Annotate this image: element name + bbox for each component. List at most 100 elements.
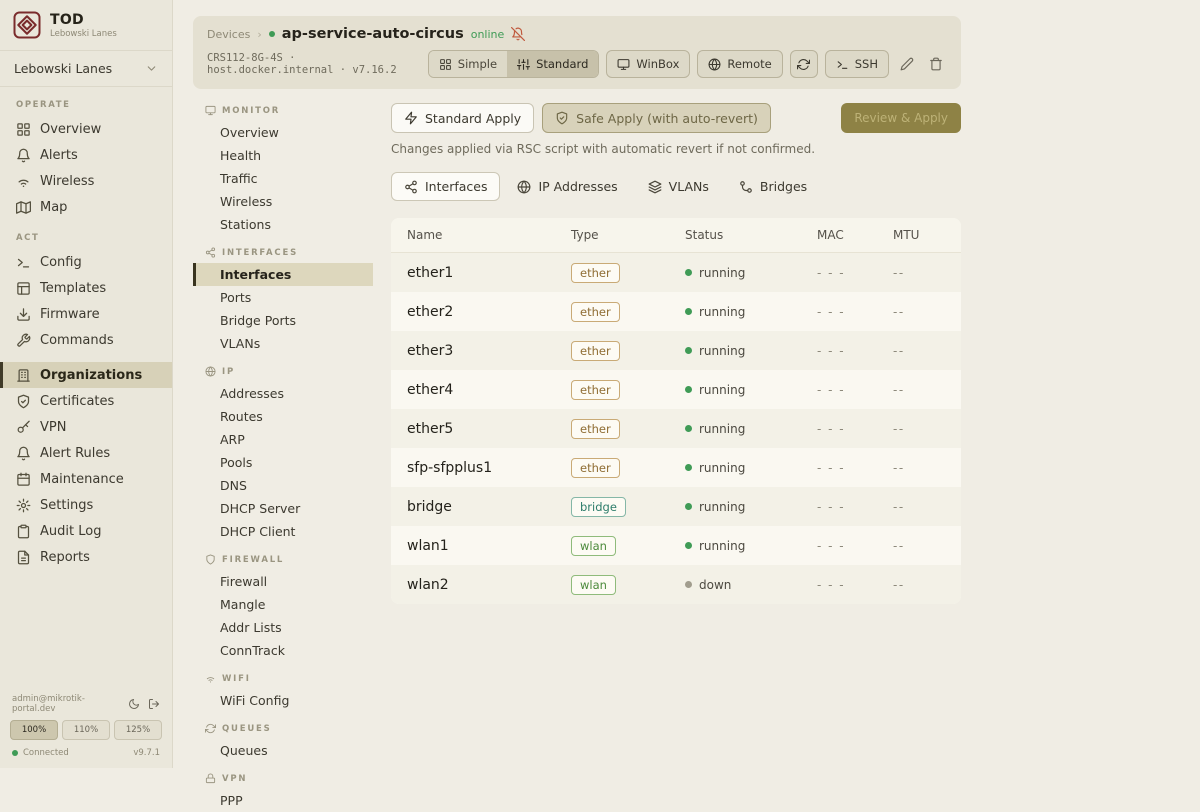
device-nav-item[interactable]: WiFi Config (193, 689, 373, 712)
device-nav-item[interactable]: Addr Lists (193, 616, 373, 639)
zoom-option[interactable]: 125% (114, 720, 162, 740)
table-row[interactable]: sfp-sfpplus1 ether running - - - -- (391, 448, 961, 487)
content-tab[interactable]: IP Addresses (504, 172, 630, 201)
sidebar-item[interactable]: Certificates (0, 388, 172, 414)
table-row[interactable]: wlan2 wlan down - - - -- (391, 565, 961, 604)
device-nav-item[interactable]: Pools (193, 451, 373, 474)
table-row[interactable]: bridge bridge running - - - -- (391, 487, 961, 526)
sidebar-item[interactable]: Map (0, 194, 172, 220)
device-nav-item[interactable]: Health (193, 144, 373, 167)
edit-device-button[interactable] (896, 53, 918, 75)
device-nav-item[interactable]: Queues (193, 739, 373, 762)
org-selector[interactable]: Lebowski Lanes (0, 51, 172, 87)
moon-icon[interactable] (128, 698, 140, 710)
bell-off-icon[interactable] (511, 27, 525, 41)
status-text: running (699, 383, 745, 397)
delete-device-button[interactable] (925, 53, 947, 75)
sidebar-item-label: Config (40, 255, 82, 270)
device-action-button[interactable]: Remote (697, 50, 782, 78)
device-nav-item[interactable]: Bridge Ports (193, 309, 373, 332)
device-nav-item[interactable]: Overview (193, 121, 373, 144)
device-nav-item[interactable]: Stations (193, 213, 373, 236)
device-action-button[interactable]: WinBox (606, 50, 690, 78)
calendar-icon (16, 472, 31, 487)
sidebar-item[interactable]: Alerts (0, 142, 172, 168)
sidebar-item[interactable]: Audit Log (0, 518, 172, 544)
content-tab[interactable]: Interfaces (391, 172, 500, 201)
device-nav-item[interactable]: Wireless (193, 190, 373, 213)
device-nav-item-label: DHCP Server (220, 501, 300, 516)
content-tab[interactable]: VLANs (635, 172, 722, 201)
apply-mode-label: Standard Apply (425, 111, 521, 126)
zoom-option[interactable]: 100% (10, 720, 58, 740)
content-tab[interactable]: Bridges (726, 172, 820, 201)
apply-mode-button[interactable]: Standard Apply (391, 103, 534, 133)
device-nav-item[interactable]: DHCP Client (193, 520, 373, 543)
ssh-button[interactable]: SSH (825, 50, 889, 78)
device-nav-item-label: WiFi Config (220, 693, 289, 708)
device-nav-section-text: IP (222, 367, 235, 377)
status-dot (685, 425, 692, 432)
interface-name: wlan1 (407, 538, 571, 554)
sidebar-item[interactable]: Templates (0, 275, 172, 301)
review-apply-button[interactable]: Review & Apply (841, 103, 961, 133)
apply-toolbar: Standard Apply Safe Apply (with auto-rev… (391, 103, 961, 133)
interface-mac: - - - (817, 422, 893, 436)
interface-type-cell: ether (571, 263, 685, 283)
breadcrumb-devices[interactable]: Devices (207, 28, 250, 41)
device-nav-item[interactable]: ConnTrack (193, 639, 373, 662)
refresh-button[interactable] (790, 50, 818, 78)
table-body: ether1 ether running - - - -- (391, 253, 961, 604)
device-nav-item[interactable]: Addresses (193, 382, 373, 405)
device-nav-item-label: Health (220, 148, 261, 163)
sidebar-item[interactable]: Config (0, 249, 172, 275)
table-row[interactable]: ether1 ether running - - - -- (391, 253, 961, 292)
sidebar-item[interactable]: Overview (0, 116, 172, 142)
table-row[interactable]: ether5 ether running - - - -- (391, 409, 961, 448)
apply-note: Changes applied via RSC script with auto… (391, 142, 961, 156)
sidebar-item[interactable]: Wireless (0, 168, 172, 194)
device-nav-item[interactable]: Routes (193, 405, 373, 428)
sidebar-item[interactable]: Settings (0, 492, 172, 518)
device-nav-item[interactable]: Ports (193, 286, 373, 309)
zoom-option[interactable]: 110% (62, 720, 110, 740)
sidebar-item[interactable]: Alert Rules (0, 440, 172, 466)
interface-status: running (685, 461, 817, 475)
device-nav-item[interactable]: Firewall (193, 570, 373, 593)
device-nav-item[interactable]: Traffic (193, 167, 373, 190)
device-nav-item[interactable]: ARP (193, 428, 373, 451)
device-nav-item[interactable]: DNS (193, 474, 373, 497)
device-nav-item[interactable]: PPP (193, 789, 373, 812)
device-nav-item[interactable]: Mangle (193, 593, 373, 616)
logout-icon[interactable] (148, 698, 160, 710)
interface-mac: - - - (817, 578, 893, 592)
interface-status: running (685, 344, 817, 358)
sidebar-item[interactable]: Organizations (0, 362, 172, 388)
shield-check-icon (16, 394, 31, 409)
device-nav-item[interactable]: VLANs (193, 332, 373, 355)
interface-name: ether4 (407, 382, 571, 398)
sidebar-item-label: Alerts (40, 148, 78, 163)
device-nav-item-label: Addr Lists (220, 620, 282, 635)
sidebar-item[interactable]: VPN (0, 414, 172, 440)
status-dot (685, 503, 692, 510)
interface-mac: - - - (817, 305, 893, 319)
gear-icon (16, 498, 31, 513)
sidebar-item[interactable]: Reports (0, 544, 172, 570)
mode-segment[interactable]: Standard (507, 51, 598, 77)
table-row[interactable]: ether4 ether running - - - -- (391, 370, 961, 409)
device-nav-item[interactable]: DHCP Server (193, 497, 373, 520)
table-row[interactable]: ether2 ether running - - - -- (391, 292, 961, 331)
device-subtitle: CRS112-8G-4S · host.docker.internal · v7… (207, 52, 428, 76)
wifi-icon (16, 174, 31, 189)
sidebar-item[interactable]: Firmware (0, 301, 172, 327)
connected-dot (12, 750, 18, 756)
apply-mode-button[interactable]: Safe Apply (with auto-revert) (542, 103, 771, 133)
status-text: down (699, 578, 731, 592)
table-row[interactable]: wlan1 wlan running - - - -- (391, 526, 961, 565)
table-row[interactable]: ether3 ether running - - - -- (391, 331, 961, 370)
mode-segment[interactable]: Simple (429, 51, 507, 77)
device-nav-item[interactable]: Interfaces (193, 263, 373, 286)
sidebar-item[interactable]: Commands (0, 327, 172, 353)
sidebar-item[interactable]: Maintenance (0, 466, 172, 492)
